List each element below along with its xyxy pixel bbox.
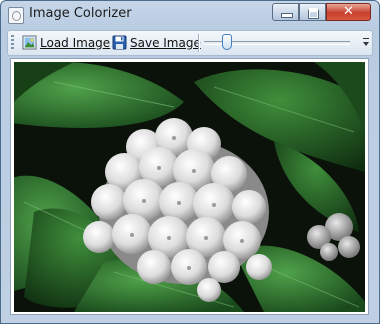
window-title: Image Colorizer bbox=[29, 6, 132, 21]
close-button[interactable]: ✕ bbox=[326, 3, 371, 21]
toolbar-overflow-button[interactable] bbox=[362, 35, 370, 51]
hydrangea-photo bbox=[14, 62, 365, 312]
color-intensity-slider[interactable] bbox=[204, 32, 354, 54]
slider-thumb[interactable] bbox=[222, 34, 232, 50]
minimize-button[interactable] bbox=[272, 3, 299, 21]
title-bar[interactable]: Image Colorizer ✕ bbox=[1, 1, 379, 29]
app-icon[interactable] bbox=[8, 7, 24, 24]
save-image-label-text: Save Image bbox=[130, 36, 201, 50]
toolbar-grip[interactable] bbox=[11, 35, 14, 51]
load-image-label: Load Image bbox=[40, 34, 110, 52]
overflow-chevron-icon bbox=[363, 38, 369, 46]
load-image-label-text: Load Image bbox=[40, 36, 111, 50]
image-canvas[interactable] bbox=[14, 62, 365, 312]
app-window: Image Colorizer ✕ Load Image Save Image bbox=[0, 0, 380, 324]
save-image-label: Save Image bbox=[130, 34, 201, 52]
minimize-icon bbox=[281, 13, 293, 18]
toolbar-separator bbox=[198, 34, 200, 52]
maximize-icon bbox=[308, 8, 319, 19]
image-canvas-frame bbox=[10, 58, 369, 315]
maximize-button[interactable] bbox=[299, 3, 326, 21]
floppy-disk-icon bbox=[112, 35, 127, 50]
load-image-icon bbox=[22, 35, 37, 50]
close-icon: ✕ bbox=[343, 4, 354, 19]
toolbar: Load Image Save Image bbox=[7, 30, 373, 56]
